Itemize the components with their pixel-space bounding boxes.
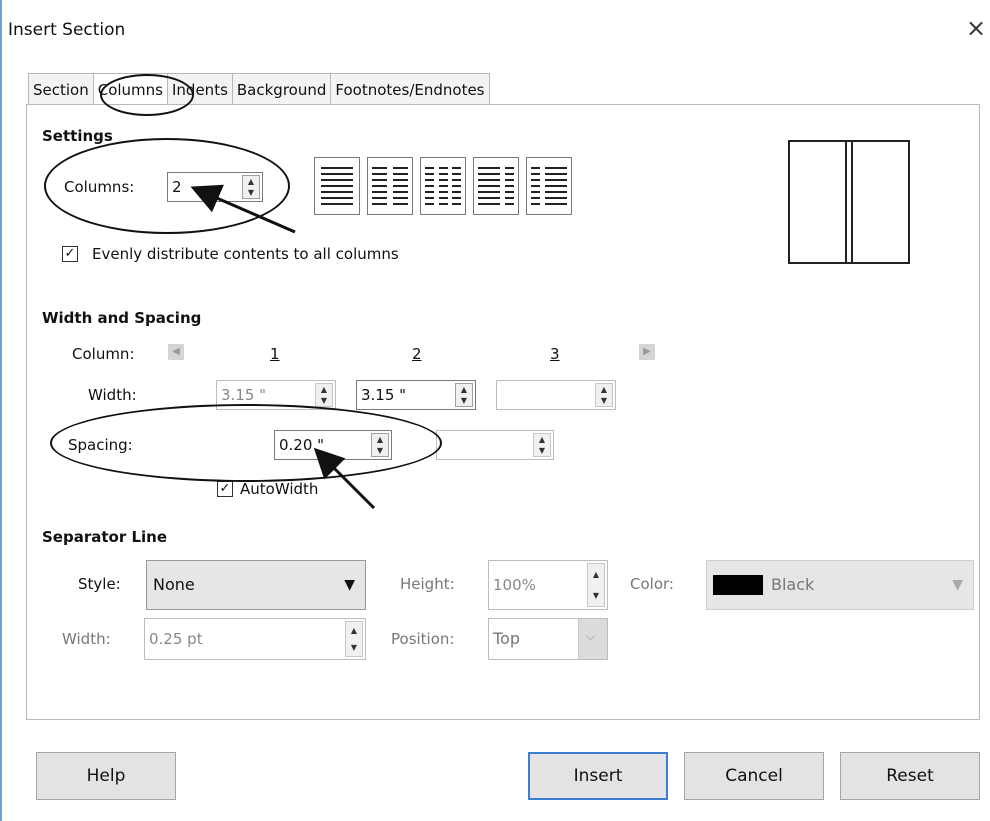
spacing-spinbox-2[interactable]: ▲ ▼: [436, 430, 554, 460]
position-label: Position:: [391, 630, 455, 648]
spin-down-icon[interactable]: ▼: [596, 395, 612, 406]
separator-width-spinbox[interactable]: 0.25 pt ▲ ▼: [144, 618, 366, 660]
column-prev-icon[interactable]: ◀: [168, 344, 184, 360]
chevron-down-icon[interactable]: ▼: [952, 577, 963, 593]
chevron-down-icon[interactable]: ▼: [344, 577, 355, 593]
tab-indents[interactable]: Indents: [167, 73, 233, 105]
column-next-icon[interactable]: ▶: [639, 344, 655, 360]
close-icon[interactable]: ×: [966, 14, 986, 42]
three-columns-icon: [425, 167, 461, 205]
spin-up-icon[interactable]: ▲: [596, 384, 612, 395]
column-number-1: 1: [270, 345, 280, 363]
color-label: Color:: [630, 575, 674, 593]
columns-spin-arrows[interactable]: ▲ ▼: [242, 175, 260, 199]
separator-width-value: 0.25 pt: [149, 630, 203, 648]
wide-right-columns-icon: [531, 167, 567, 205]
style-dropdown[interactable]: None ▼: [146, 560, 366, 610]
separator-heading: Separator Line: [42, 528, 168, 546]
tab-bar: Section Columns Indents Background Footn…: [28, 73, 490, 105]
tab-background[interactable]: Background: [231, 73, 332, 105]
spin-down-icon[interactable]: ▼: [372, 445, 388, 456]
width-2-spin-arrows[interactable]: ▲ ▼: [455, 383, 473, 407]
tab-section[interactable]: Section: [28, 73, 94, 105]
column-label: Column:: [72, 345, 135, 363]
spacing-1-spin-arrows[interactable]: ▲ ▼: [371, 433, 389, 457]
spin-up-icon[interactable]: ▲: [534, 434, 550, 445]
height-value: 100%: [493, 576, 536, 594]
width-spinbox-1[interactable]: 3.15 " ▲ ▼: [216, 380, 336, 410]
spacing-label: Spacing:: [68, 436, 133, 454]
column-number-2: 2: [412, 345, 422, 363]
dialog-title: Insert Section: [8, 20, 126, 40]
evenly-distribute-label: Evenly distribute contents to all column…: [92, 245, 399, 263]
spacing-spinbox-1[interactable]: 0.20 " ▲ ▼: [274, 430, 392, 460]
cancel-button[interactable]: Cancel: [684, 752, 824, 800]
evenly-distribute-checkbox[interactable]: ✓: [62, 246, 78, 262]
spin-down-icon[interactable]: ▼: [243, 187, 259, 198]
column-number-3: 3: [550, 345, 560, 363]
columns-spinbox[interactable]: 2 ▲ ▼: [167, 172, 263, 202]
width-spinbox-2[interactable]: 3.15 " ▲ ▼: [356, 380, 476, 410]
spin-up-icon[interactable]: ▲: [346, 622, 362, 640]
width-spinbox-3[interactable]: ▲ ▼: [496, 380, 616, 410]
width-spacing-heading: Width and Spacing: [42, 309, 202, 327]
spin-up-icon[interactable]: ▲: [372, 434, 388, 445]
color-value: Black: [771, 575, 815, 594]
preset-wide-right[interactable]: [526, 157, 572, 215]
separator-width-label: Width:: [62, 630, 111, 648]
preset-two-columns[interactable]: [367, 157, 413, 215]
spin-up-icon[interactable]: ▲: [588, 564, 604, 586]
spacing-2-spin-arrows[interactable]: ▲ ▼: [533, 433, 551, 457]
wide-left-columns-icon: [478, 167, 514, 205]
spin-up-icon[interactable]: ▲: [243, 176, 259, 187]
help-button[interactable]: Help: [36, 752, 176, 800]
insert-button[interactable]: Insert: [528, 752, 668, 800]
preset-three-columns[interactable]: [420, 157, 466, 215]
preset-wide-left[interactable]: [473, 157, 519, 215]
spin-down-icon[interactable]: ▼: [588, 586, 604, 606]
one-column-icon: [321, 167, 353, 205]
two-columns-icon: [372, 167, 408, 205]
color-dropdown[interactable]: Black ▼: [706, 560, 974, 610]
preset-one-column[interactable]: [314, 157, 360, 215]
reset-button[interactable]: Reset: [840, 752, 980, 800]
color-swatch: [713, 575, 763, 595]
spin-up-icon[interactable]: ▲: [456, 384, 472, 395]
tab-columns[interactable]: Columns: [92, 73, 168, 105]
columns-label: Columns:: [64, 178, 135, 196]
position-dropdown[interactable]: Top ⌵: [488, 618, 608, 660]
height-spinbox[interactable]: 100% ▲ ▼: [488, 560, 608, 610]
height-spin-arrows[interactable]: ▲ ▼: [587, 563, 605, 607]
width-1-spin-arrows[interactable]: ▲ ▼: [315, 383, 333, 407]
position-value: Top: [493, 629, 520, 648]
chevron-down-icon: ⌵: [586, 629, 596, 643]
settings-heading: Settings: [42, 127, 113, 145]
height-label: Height:: [400, 575, 455, 593]
separator-width-spin-arrows[interactable]: ▲ ▼: [345, 621, 363, 657]
autowidth-checkbox[interactable]: ✓: [217, 481, 233, 497]
tab-footnotes-endnotes[interactable]: Footnotes/Endnotes: [330, 73, 490, 105]
style-label: Style:: [78, 575, 121, 593]
position-dropdown-button[interactable]: ⌵: [578, 619, 607, 659]
autowidth-label: AutoWidth: [240, 480, 319, 498]
spin-down-icon[interactable]: ▼: [316, 395, 332, 406]
width-value-1: 3.15 ": [221, 386, 267, 404]
insert-section-dialog: Insert Section × Section Columns Indents…: [0, 0, 990, 821]
spacing-value-1: 0.20 ": [279, 436, 325, 454]
width-value-2: 3.15 ": [361, 386, 407, 404]
columns-value: 2: [172, 178, 182, 196]
width-3-spin-arrows[interactable]: ▲ ▼: [595, 383, 613, 407]
width-label: Width:: [88, 386, 137, 404]
spin-down-icon[interactable]: ▼: [534, 445, 550, 456]
column-preview: [788, 140, 910, 264]
spin-up-icon[interactable]: ▲: [316, 384, 332, 395]
style-value: None: [153, 575, 195, 594]
spin-down-icon[interactable]: ▼: [346, 640, 362, 656]
spin-down-icon[interactable]: ▼: [456, 395, 472, 406]
